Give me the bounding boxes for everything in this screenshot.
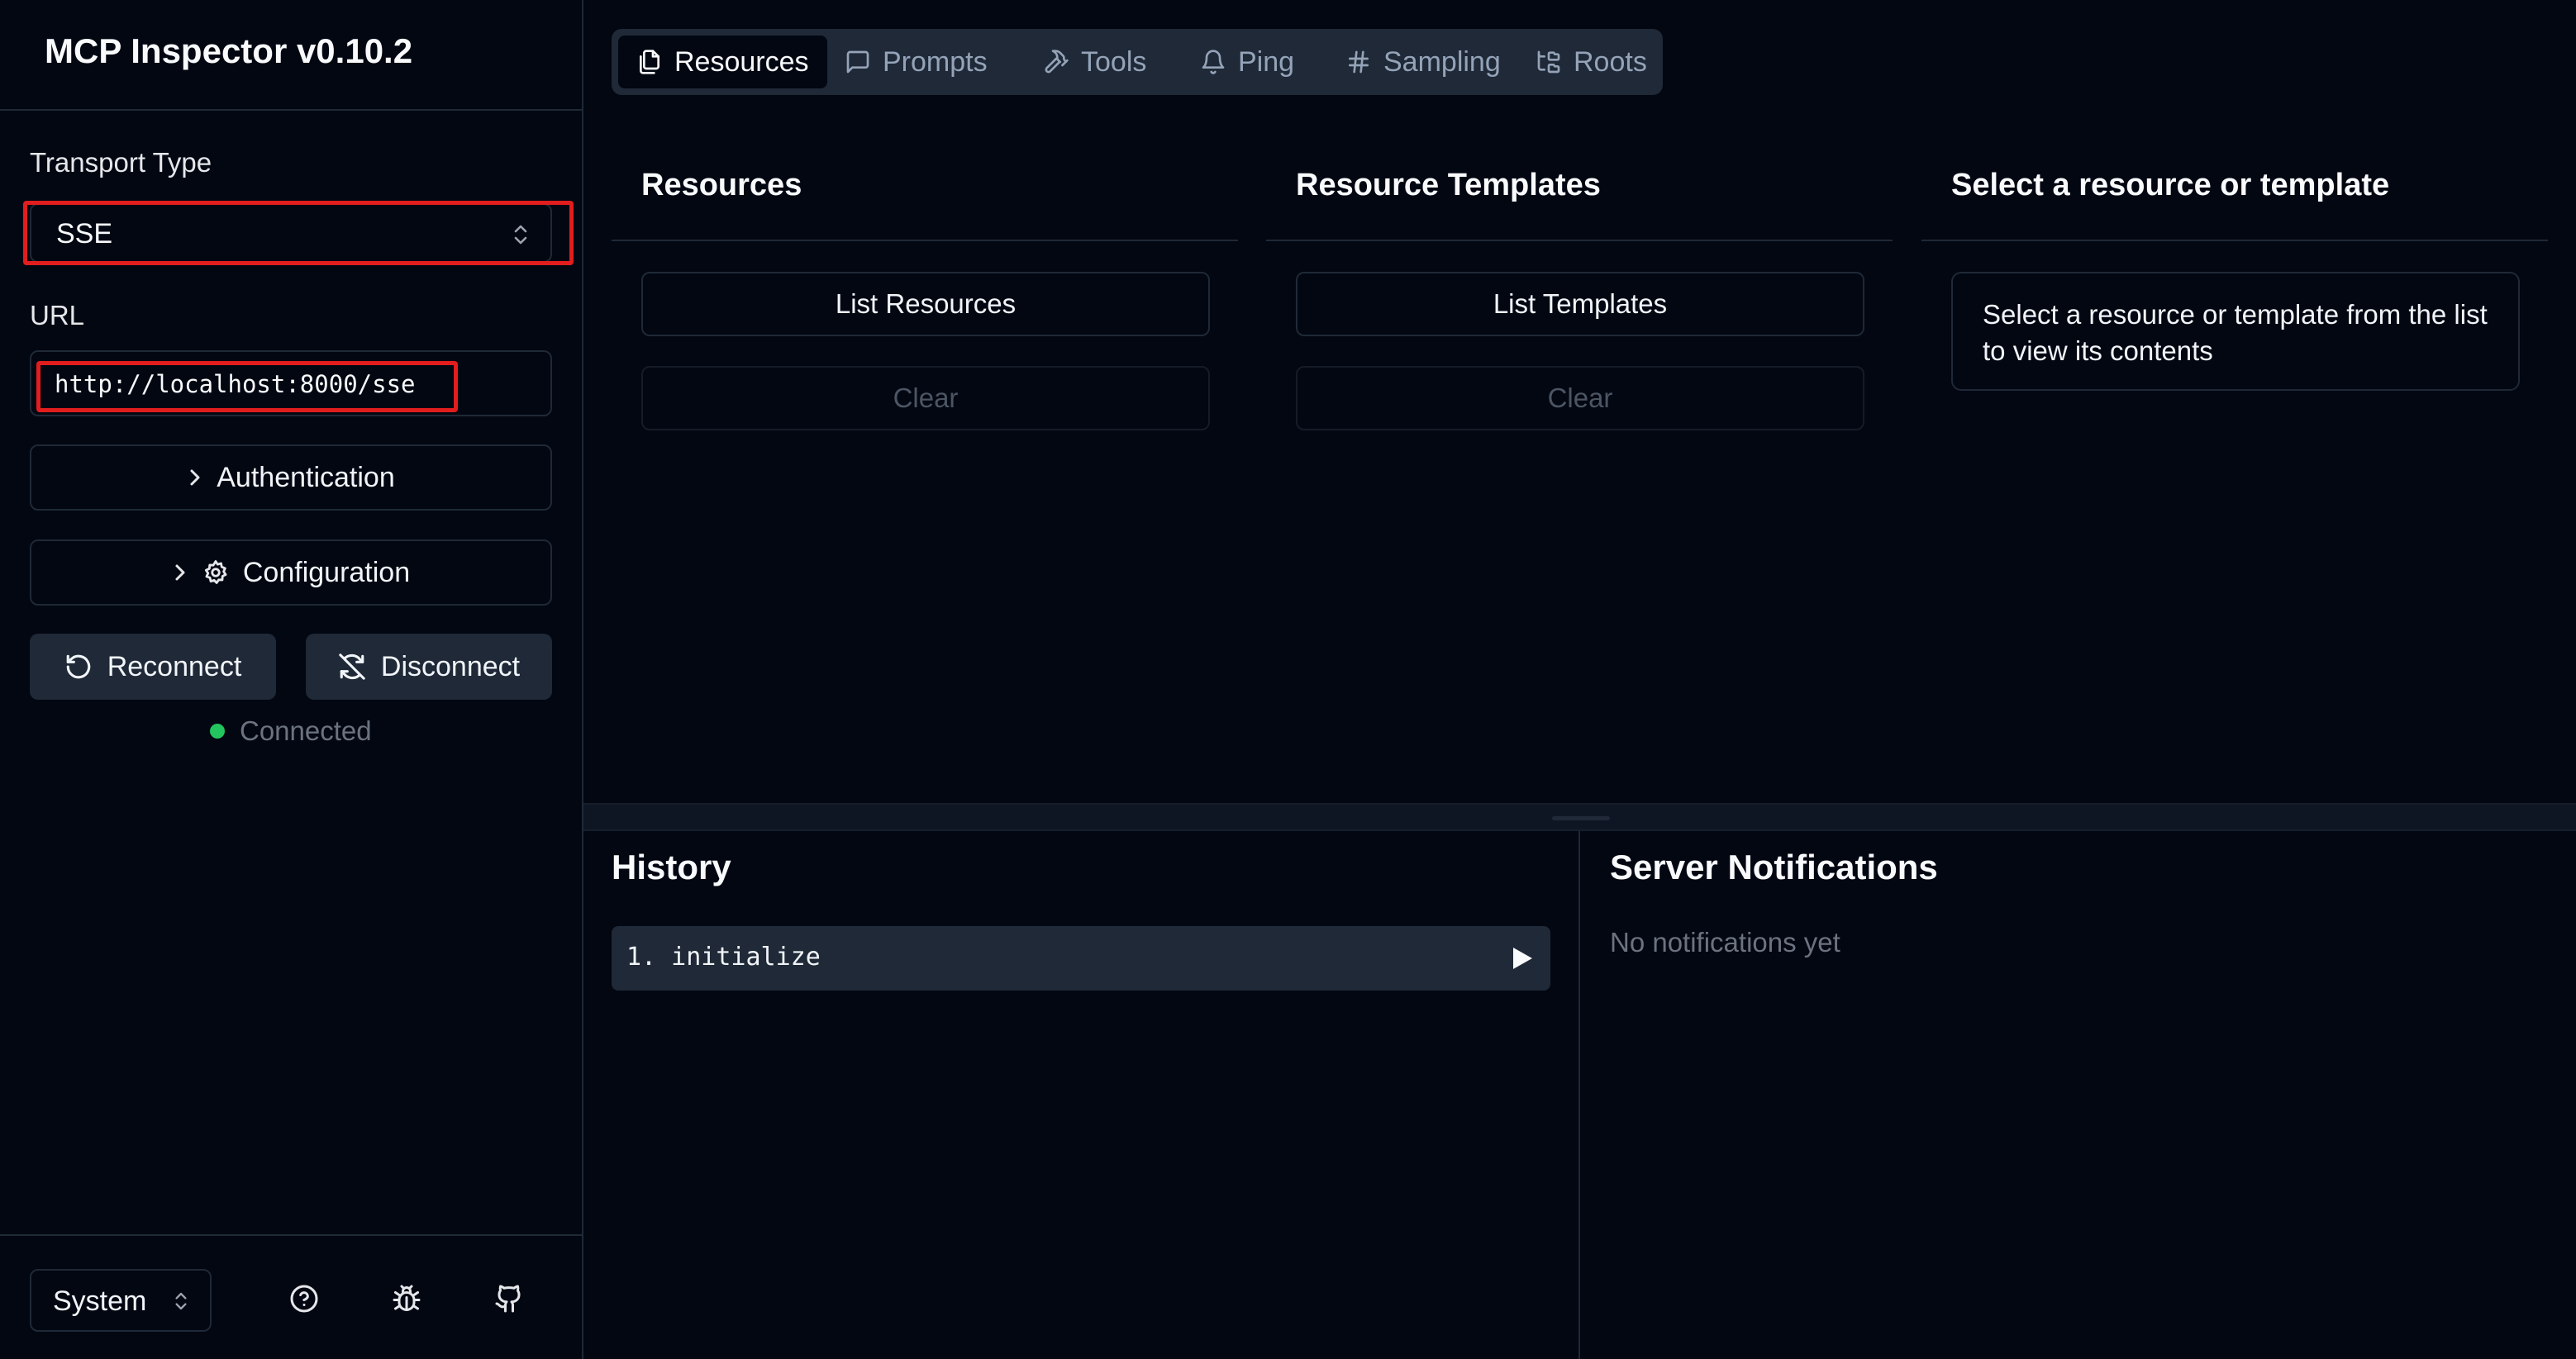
templates-divider (1266, 240, 1893, 241)
clear-templates-button[interactable]: Clear (1296, 366, 1864, 430)
sidebar-header: MCP Inspector v0.10.2 (0, 0, 582, 111)
detail-title: Select a resource or template (1951, 168, 2390, 202)
gear-icon (202, 558, 230, 587)
chevrons-up-down-icon (174, 1290, 188, 1312)
list-resources-button[interactable]: List Resources (641, 272, 1210, 336)
history-title: History (612, 848, 731, 886)
theme-select[interactable]: System (30, 1269, 212, 1332)
connection-status: Connected (210, 715, 372, 747)
templates-title: Resource Templates (1296, 168, 1601, 202)
tab-tools[interactable]: Tools (1025, 36, 1164, 88)
folder-tree-icon (1536, 49, 1562, 75)
tab-label: Tools (1081, 45, 1147, 78)
tab-label: Prompts (883, 45, 988, 78)
transport-type-select[interactable]: SSE (30, 203, 552, 263)
transport-type-value: SSE (56, 218, 113, 249)
detail-placeholder-box: Select a resource or template from the l… (1951, 272, 2520, 391)
transport-type-label: Transport Type (30, 147, 212, 178)
resize-grip (1552, 816, 1610, 820)
url-value: http://localhost:8000/sse (55, 370, 416, 398)
authentication-label: Authentication (217, 461, 395, 493)
disconnect-button[interactable]: Disconnect (306, 634, 552, 700)
tab-roots[interactable]: Roots (1517, 36, 1665, 88)
hammer-icon (1043, 49, 1069, 75)
tab-label: Ping (1238, 45, 1295, 78)
rotate-ccw-icon (64, 653, 93, 681)
refresh-cw-off-icon (338, 653, 366, 681)
history-item[interactable]: 1. initialize (612, 926, 1550, 991)
tab-label: Sampling (1383, 45, 1501, 78)
history-item-label: 1. initialize (626, 943, 821, 972)
chevrons-up-down-icon (512, 223, 529, 246)
bell-icon (1200, 49, 1226, 75)
reconnect-label: Reconnect (107, 650, 242, 682)
resources-divider (612, 240, 1238, 241)
notifications-empty-text: No notifications yet (1610, 927, 1840, 957)
tab-resources[interactable]: Resources (618, 36, 827, 88)
bottom-panel-divider (1578, 831, 1580, 1359)
configuration-label: Configuration (242, 556, 411, 588)
play-icon[interactable] (1511, 946, 1534, 971)
status-text: Connected (240, 715, 372, 746)
reconnect-button[interactable]: Reconnect (30, 634, 276, 700)
list-templates-button[interactable]: List Templates (1296, 272, 1864, 336)
status-dot-icon (210, 724, 225, 739)
chevron-right-icon (172, 561, 188, 584)
help-circle-icon[interactable] (289, 1284, 319, 1314)
panel-resize-handle[interactable] (583, 803, 2576, 831)
configuration-toggle-button[interactable]: Configuration (30, 539, 552, 606)
tab-prompts[interactable]: Prompts (826, 36, 1006, 88)
github-icon[interactable] (494, 1284, 524, 1314)
app-title: MCP Inspector v0.10.2 (45, 31, 413, 70)
tab-label: Resources (674, 45, 809, 78)
disconnect-label: Disconnect (380, 650, 521, 682)
theme-value: System (53, 1285, 147, 1317)
chevron-right-icon (187, 466, 203, 489)
sidebar: MCP Inspector v0.10.2 Transport Type SSE… (0, 0, 583, 1359)
clear-resources-button[interactable]: Clear (641, 366, 1210, 430)
tab-sampling[interactable]: Sampling (1327, 36, 1519, 88)
hash-icon (1345, 49, 1372, 75)
files-icon (636, 49, 663, 75)
tab-ping[interactable]: Ping (1182, 36, 1312, 88)
tab-label: Roots (1574, 45, 1647, 78)
url-input[interactable]: http://localhost:8000/sse (30, 350, 552, 416)
detail-divider (1921, 240, 2548, 241)
authentication-toggle-button[interactable]: Authentication (30, 444, 552, 511)
detail-placeholder-text: Select a resource or template from the l… (1983, 299, 2488, 366)
resources-title: Resources (641, 168, 802, 202)
bug-icon[interactable] (392, 1284, 421, 1314)
notifications-title: Server Notifications (1610, 848, 1938, 886)
message-square-icon (845, 49, 871, 75)
sidebar-footer: System (0, 1234, 582, 1359)
url-label: URL (30, 300, 85, 330)
tab-bar: Resources Prompts Tools Ping Sampling Ro… (612, 29, 1663, 95)
